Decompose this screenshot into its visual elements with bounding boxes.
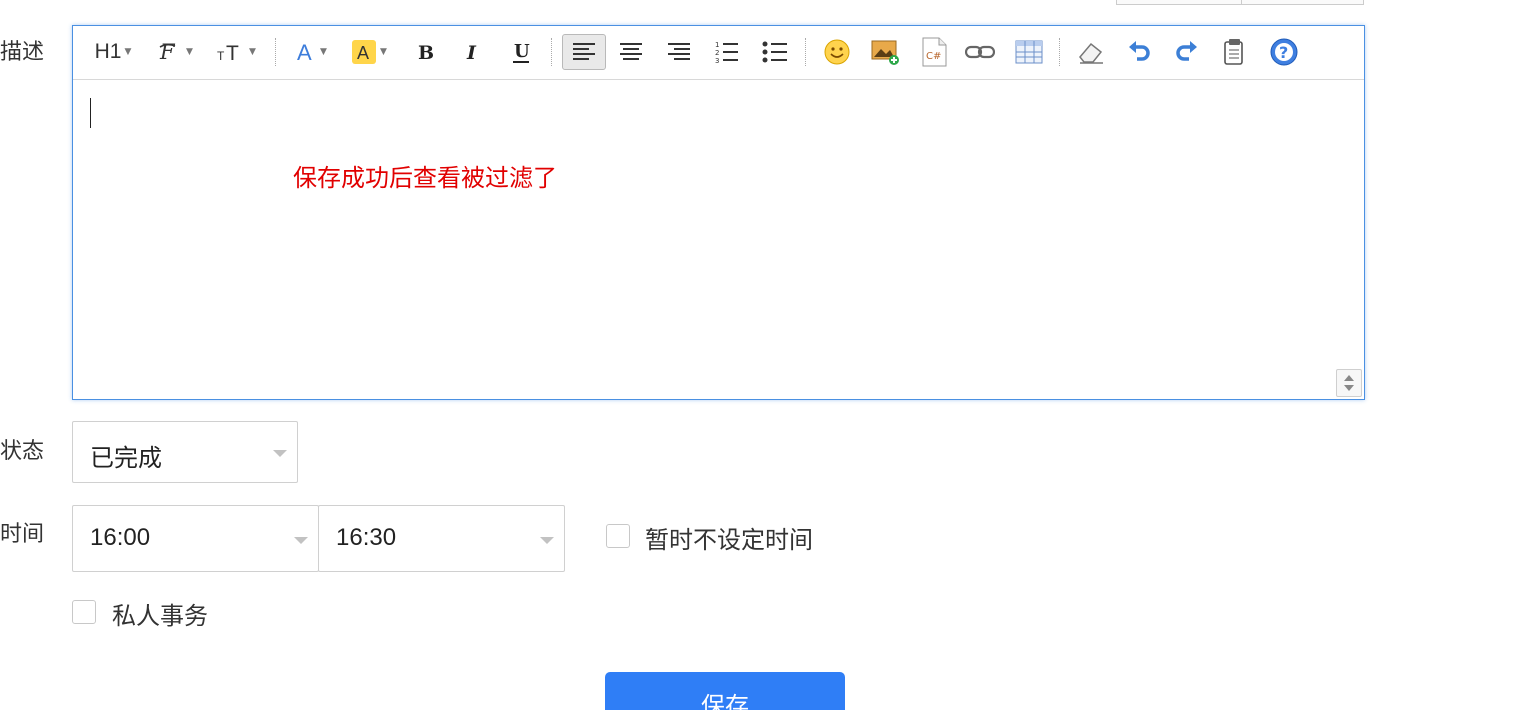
unordered-list-icon[interactable] — [757, 36, 793, 68]
svg-text:C#: C# — [926, 51, 941, 62]
help-icon[interactable]: ? — [1265, 36, 1303, 68]
italic-icon[interactable]: I — [455, 36, 491, 68]
heading-label: H1 — [94, 40, 122, 63]
description-label: 描述 — [0, 40, 45, 65]
svg-text:?: ? — [1279, 43, 1288, 62]
status-label: 状态 — [0, 439, 45, 464]
align-right-icon[interactable] — [661, 36, 697, 68]
svg-text:F: F — [159, 40, 176, 64]
eraser-icon[interactable] — [1071, 36, 1111, 68]
private-checkbox[interactable] — [72, 600, 96, 624]
toolbar-separator — [551, 38, 552, 66]
no-time-checkbox[interactable] — [606, 524, 630, 548]
toolbar-separator — [1059, 38, 1060, 66]
redo-icon[interactable] — [1169, 36, 1205, 68]
editor-toolbar: H1 ▼ F ▼ T T ▼ A ▼ A ▼ B I U 1 2 3 C# ? — [73, 26, 1364, 80]
editor-content-text: 保存成功后查看被过滤了 — [293, 164, 557, 192]
font-color-icon[interactable]: A ▼ — [289, 36, 333, 68]
ordered-list-icon[interactable]: 123 — [709, 36, 745, 68]
no-time-label: 暂时不设定时间 — [645, 526, 813, 554]
start-time-value: 16:00 — [90, 524, 151, 551]
svg-text:1: 1 — [715, 41, 719, 49]
svg-text:A: A — [297, 40, 312, 64]
font-family-icon[interactable]: F ▼ — [153, 36, 197, 68]
end-time-value: 16:30 — [336, 524, 397, 551]
top-input-stub — [1116, 0, 1364, 5]
svg-text:3: 3 — [715, 57, 719, 65]
underline-icon[interactable]: U — [503, 36, 539, 68]
highlight-color-icon[interactable]: A ▼ — [345, 36, 393, 68]
status-select[interactable]: 已完成 — [72, 421, 298, 483]
font-size-icon[interactable]: T T ▼ — [213, 36, 259, 68]
align-left-icon[interactable] — [562, 34, 606, 70]
table-icon[interactable] — [1009, 36, 1049, 68]
link-icon[interactable] — [961, 36, 999, 68]
svg-text:B: B — [418, 42, 434, 63]
task-form: 描述 H1 ▼ F ▼ T T ▼ A ▼ A ▼ B I U 1 2 3 C#… — [0, 0, 1526, 710]
chevron-down-icon — [273, 450, 287, 457]
emoji-icon[interactable] — [817, 36, 857, 68]
time-label: 时间 — [0, 522, 45, 547]
svg-text:T: T — [226, 42, 239, 64]
toolbar-separator — [805, 38, 806, 66]
code-block-icon[interactable]: C# — [915, 36, 953, 68]
chevron-down-icon — [540, 537, 554, 544]
status-value: 已完成 — [90, 445, 162, 472]
text-cursor — [90, 98, 91, 128]
paste-icon[interactable] — [1217, 36, 1253, 68]
save-button[interactable]: 保存 — [605, 672, 845, 710]
svg-text:A: A — [357, 43, 369, 63]
svg-text:I: I — [466, 42, 477, 63]
rich-text-editor[interactable]: H1 ▼ F ▼ T T ▼ A ▼ A ▼ B I U 1 2 3 C# ? … — [72, 25, 1365, 400]
resize-handle-icon[interactable] — [1336, 369, 1362, 397]
svg-text:U: U — [514, 41, 530, 62]
start-time-select[interactable]: 16:00 — [72, 505, 319, 572]
bold-icon[interactable]: B — [407, 36, 443, 68]
insert-image-icon[interactable] — [867, 36, 905, 68]
undo-icon[interactable] — [1121, 36, 1157, 68]
svg-text:T: T — [217, 49, 225, 63]
editor-content-area[interactable]: 保存成功后查看被过滤了 — [73, 80, 1364, 399]
toolbar-separator — [275, 38, 276, 66]
end-time-select[interactable]: 16:30 — [318, 505, 565, 572]
heading-icon[interactable]: H1 ▼ — [87, 36, 139, 68]
align-center-icon[interactable] — [613, 36, 649, 68]
chevron-down-icon — [294, 537, 308, 544]
svg-text:2: 2 — [715, 49, 719, 57]
private-label: 私人事务 — [112, 602, 208, 630]
